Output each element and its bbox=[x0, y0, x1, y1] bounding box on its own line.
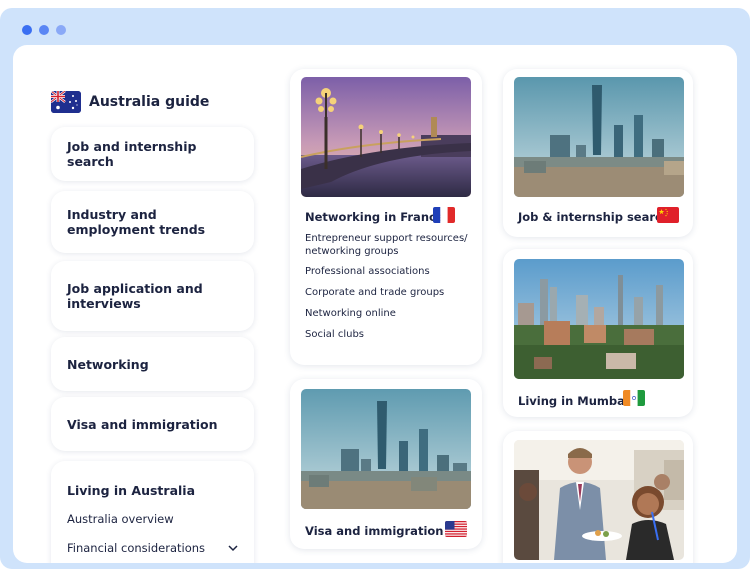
france-flag-icon bbox=[433, 207, 455, 223]
sidebar-section-living: Living in Australia Australia overview F… bbox=[51, 461, 254, 563]
city-skyline-photo bbox=[301, 389, 471, 509]
card-networking-france[interactable]: Networking in France Entrepreneur suppor… bbox=[290, 69, 482, 365]
sidebar-item-job-search[interactable]: Job and internship search bbox=[51, 127, 254, 181]
mumbai-skyline-photo bbox=[514, 259, 684, 379]
page-window: Australia guide Job and internship searc… bbox=[13, 45, 737, 563]
sidebar-item-label: Job application and interviews bbox=[67, 281, 203, 311]
india-flag-icon bbox=[623, 390, 645, 406]
sidebar-item-visa[interactable]: Visa and immigration bbox=[51, 397, 254, 451]
china-flag-icon bbox=[657, 207, 679, 223]
sidebar-item-job-application[interactable]: Job application and interviews bbox=[51, 261, 254, 331]
sidebar-subitem-overview[interactable]: Australia overview bbox=[67, 512, 238, 527]
link-professional-associations[interactable]: Professional associations bbox=[305, 265, 475, 278]
window-dot-icon bbox=[22, 25, 32, 35]
australia-flag-icon bbox=[51, 91, 81, 113]
card-title: Visa and immigration bbox=[305, 524, 444, 538]
sidebar-item-label: Job and internship search bbox=[67, 139, 197, 169]
card-title: Living in Mumbai bbox=[518, 394, 629, 408]
card-title: Networking in France bbox=[305, 210, 444, 224]
sidebar-subitem-label: Financial considerations bbox=[67, 541, 206, 555]
window-dot-icon bbox=[39, 25, 49, 35]
city-skyline-photo bbox=[514, 77, 684, 197]
sidebar-item-label: Networking bbox=[67, 356, 149, 372]
sidebar-item-label: Industry and employment trends bbox=[67, 207, 206, 237]
chevron-down-icon[interactable] bbox=[228, 541, 238, 556]
card-networking-event[interactable] bbox=[503, 431, 693, 563]
usa-flag-icon bbox=[445, 521, 467, 537]
link-corporate-trade-groups[interactable]: Corporate and trade groups bbox=[305, 286, 475, 299]
guide-header: Australia guide bbox=[51, 91, 209, 113]
guide-title: Australia guide bbox=[89, 94, 210, 110]
browser-frame: Australia guide Job and internship searc… bbox=[0, 8, 750, 569]
link-entrepreneur-resources[interactable]: Entrepreneur support resources/ networki… bbox=[305, 232, 475, 258]
sidebar-item-label: Visa and immigration bbox=[67, 416, 218, 432]
sidebar-subitem-label: Australia overview bbox=[67, 512, 174, 526]
paris-bridge-photo bbox=[301, 77, 471, 197]
sidebar-subitem-financial[interactable]: Financial considerations bbox=[67, 541, 238, 556]
link-networking-online[interactable]: Networking online bbox=[305, 307, 475, 320]
card-job-search-china[interactable]: Job & internship search bbox=[503, 69, 693, 237]
sidebar-section-title[interactable]: Living in Australia bbox=[67, 483, 238, 498]
networking-event-photo bbox=[514, 440, 684, 560]
sidebar-item-networking[interactable]: Networking bbox=[51, 337, 254, 391]
link-social-clubs[interactable]: Social clubs bbox=[305, 328, 475, 341]
window-dot-icon bbox=[56, 25, 66, 35]
card-living-mumbai[interactable]: Living in Mumbai bbox=[503, 249, 693, 417]
card-title: Job & internship search bbox=[518, 210, 671, 224]
card-visa-usa[interactable]: Visa and immigration bbox=[290, 379, 482, 549]
sidebar-item-industry-trends[interactable]: Industry and employment trends bbox=[51, 191, 254, 253]
